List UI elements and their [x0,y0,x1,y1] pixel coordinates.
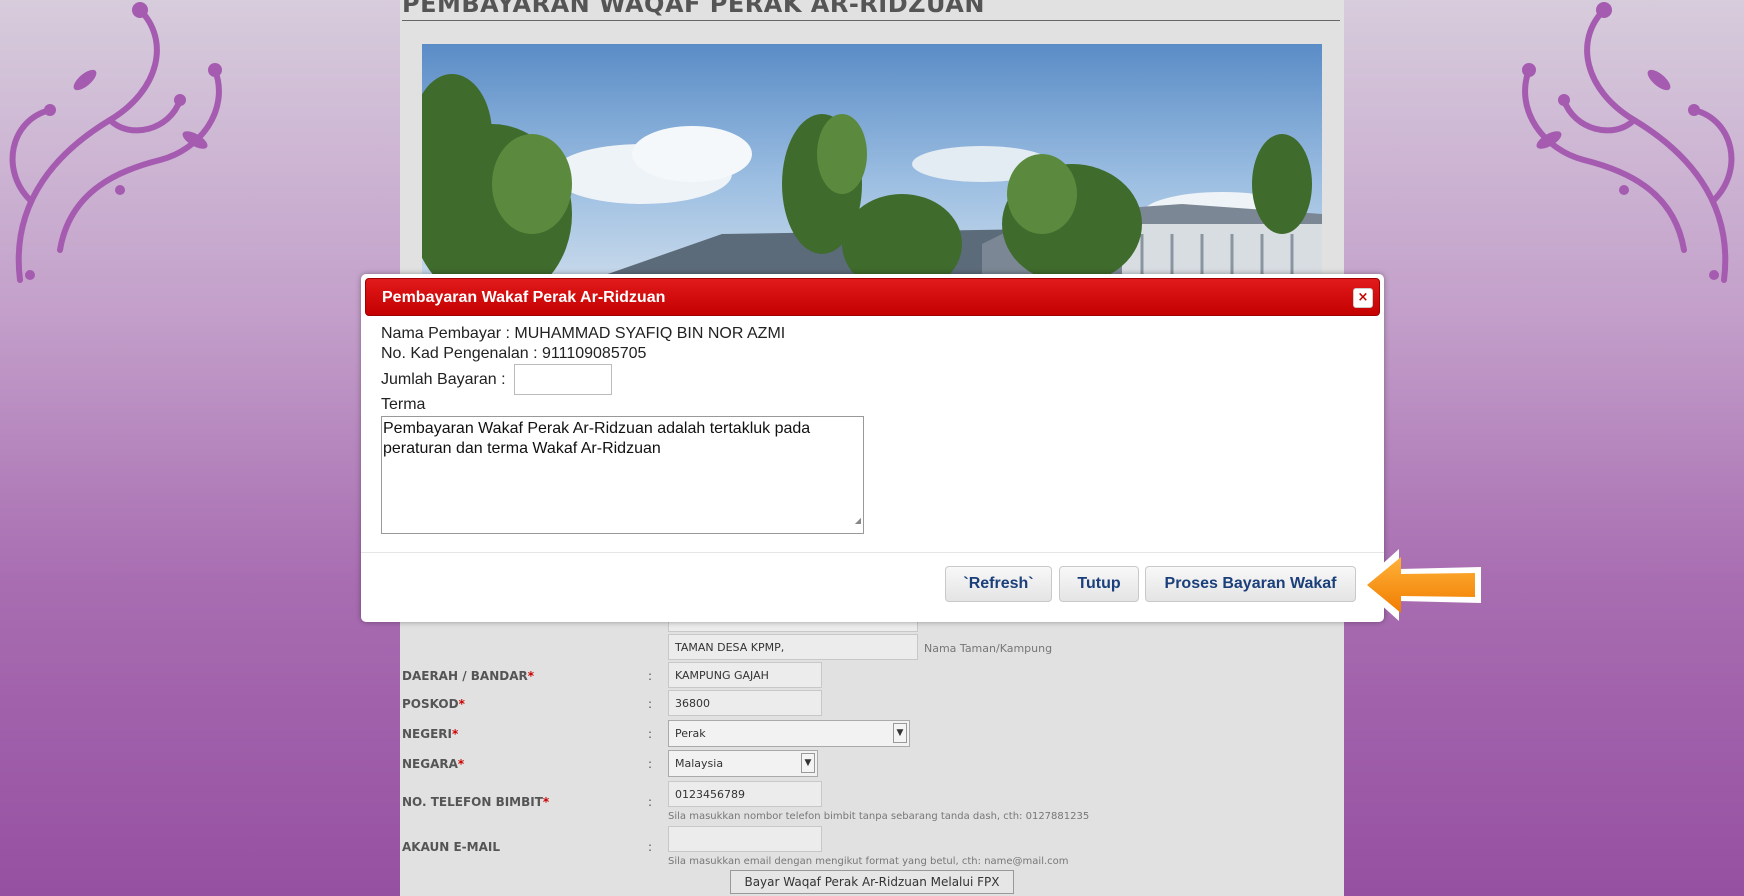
nama-pembayar-text: Nama Pembayar : MUHAMMAD SYAFIQ BIN NOR … [381,325,786,342]
telefon-field[interactable]: 0123456789 [668,781,822,807]
modal-header: Pembayaran Wakaf Perak Ar-Ridzuan × [365,278,1380,316]
negeri-label: NEGERI* [402,727,459,741]
floral-swirl-right [1522,2,1735,283]
jumlah-bayaran-label: Jumlah Bayaran : [381,371,506,388]
taman-field[interactable]: TAMAN DESA KPMP, [668,634,918,660]
jumlah-bayaran-input[interactable] [514,364,612,395]
daerah-label: DAERAH / BANDAR* [402,669,534,683]
daerah-field[interactable]: KAMPUNG GAJAH [668,662,822,688]
poskod-label: POSKOD* [402,697,465,711]
fpx-pay-button[interactable]: Bayar Waqaf Perak Ar-Ridzuan Melalui FPX [730,870,1014,894]
orange-arrow-icon [1359,549,1481,621]
no-kad-text: No. Kad Pengenalan : 911109085705 [381,345,647,362]
payment-modal: Pembayaran Wakaf Perak Ar-Ridzuan × Nama… [361,274,1384,622]
negara-selected-value: Malaysia [675,757,724,770]
negara-row: NEGARA* : Malaysia ▼ [400,750,1344,778]
resize-grip-icon[interactable]: ◢ [855,511,861,531]
proses-bayaran-button[interactable]: Proses Bayaran Wakaf [1145,566,1356,602]
negeri-select[interactable]: Perak ▼ [668,720,910,747]
floral-swirl-left [9,2,222,283]
terma-text: Pembayaran Wakaf Perak Ar-Ridzuan adalah… [383,420,811,457]
tutup-button[interactable]: Tutup [1059,566,1139,602]
refresh-button[interactable]: `Refresh` [945,566,1052,602]
chevron-down-icon: ▼ [893,723,907,743]
modal-footer-divider [361,552,1384,553]
daerah-row: DAERAH / BANDAR* : KAMPUNG GAJAH [400,662,1344,688]
building-banner-image [422,44,1322,276]
email-row: AKAUN E-MAIL : Sila masukkan email denga… [400,826,1344,870]
terma-label: Terma [381,396,426,413]
poskod-row: POSKOD* : 36800 [400,690,1344,716]
negeri-selected-value: Perak [675,727,706,740]
negeri-row: NEGERI* : Perak ▼ [400,720,1344,748]
taman-row: TAMAN DESA KPMP, Nama Taman/Kampung [400,634,1344,660]
page-title: PEMBAYARAN WAQAF PERAK AR-RIDZUAN [402,0,1340,21]
email-hint: Sila masukkan email dengan mengikut form… [668,856,1069,867]
chevron-down-icon: ▼ [801,753,815,773]
email-field[interactable] [668,826,822,852]
telefon-row: NO. TELEFON BIMBIT* : 0123456789 Sila ma… [400,781,1344,825]
negara-select[interactable]: Malaysia ▼ [668,750,818,777]
terma-textarea[interactable]: Pembayaran Wakaf Perak Ar-Ridzuan adalah… [381,416,864,534]
telefon-hint: Sila masukkan nombor telefon bimbit tanp… [668,811,1090,822]
negara-label: NEGARA* [402,757,465,771]
taman-hint: Nama Taman/Kampung [924,642,1053,655]
telefon-label: NO. TELEFON BIMBIT* [402,795,550,809]
poskod-field[interactable]: 36800 [668,690,822,716]
close-icon[interactable]: × [1353,288,1373,308]
email-label: AKAUN E-MAIL [402,840,500,854]
modal-title: Pembayaran Wakaf Perak Ar-Ridzuan [382,289,666,306]
